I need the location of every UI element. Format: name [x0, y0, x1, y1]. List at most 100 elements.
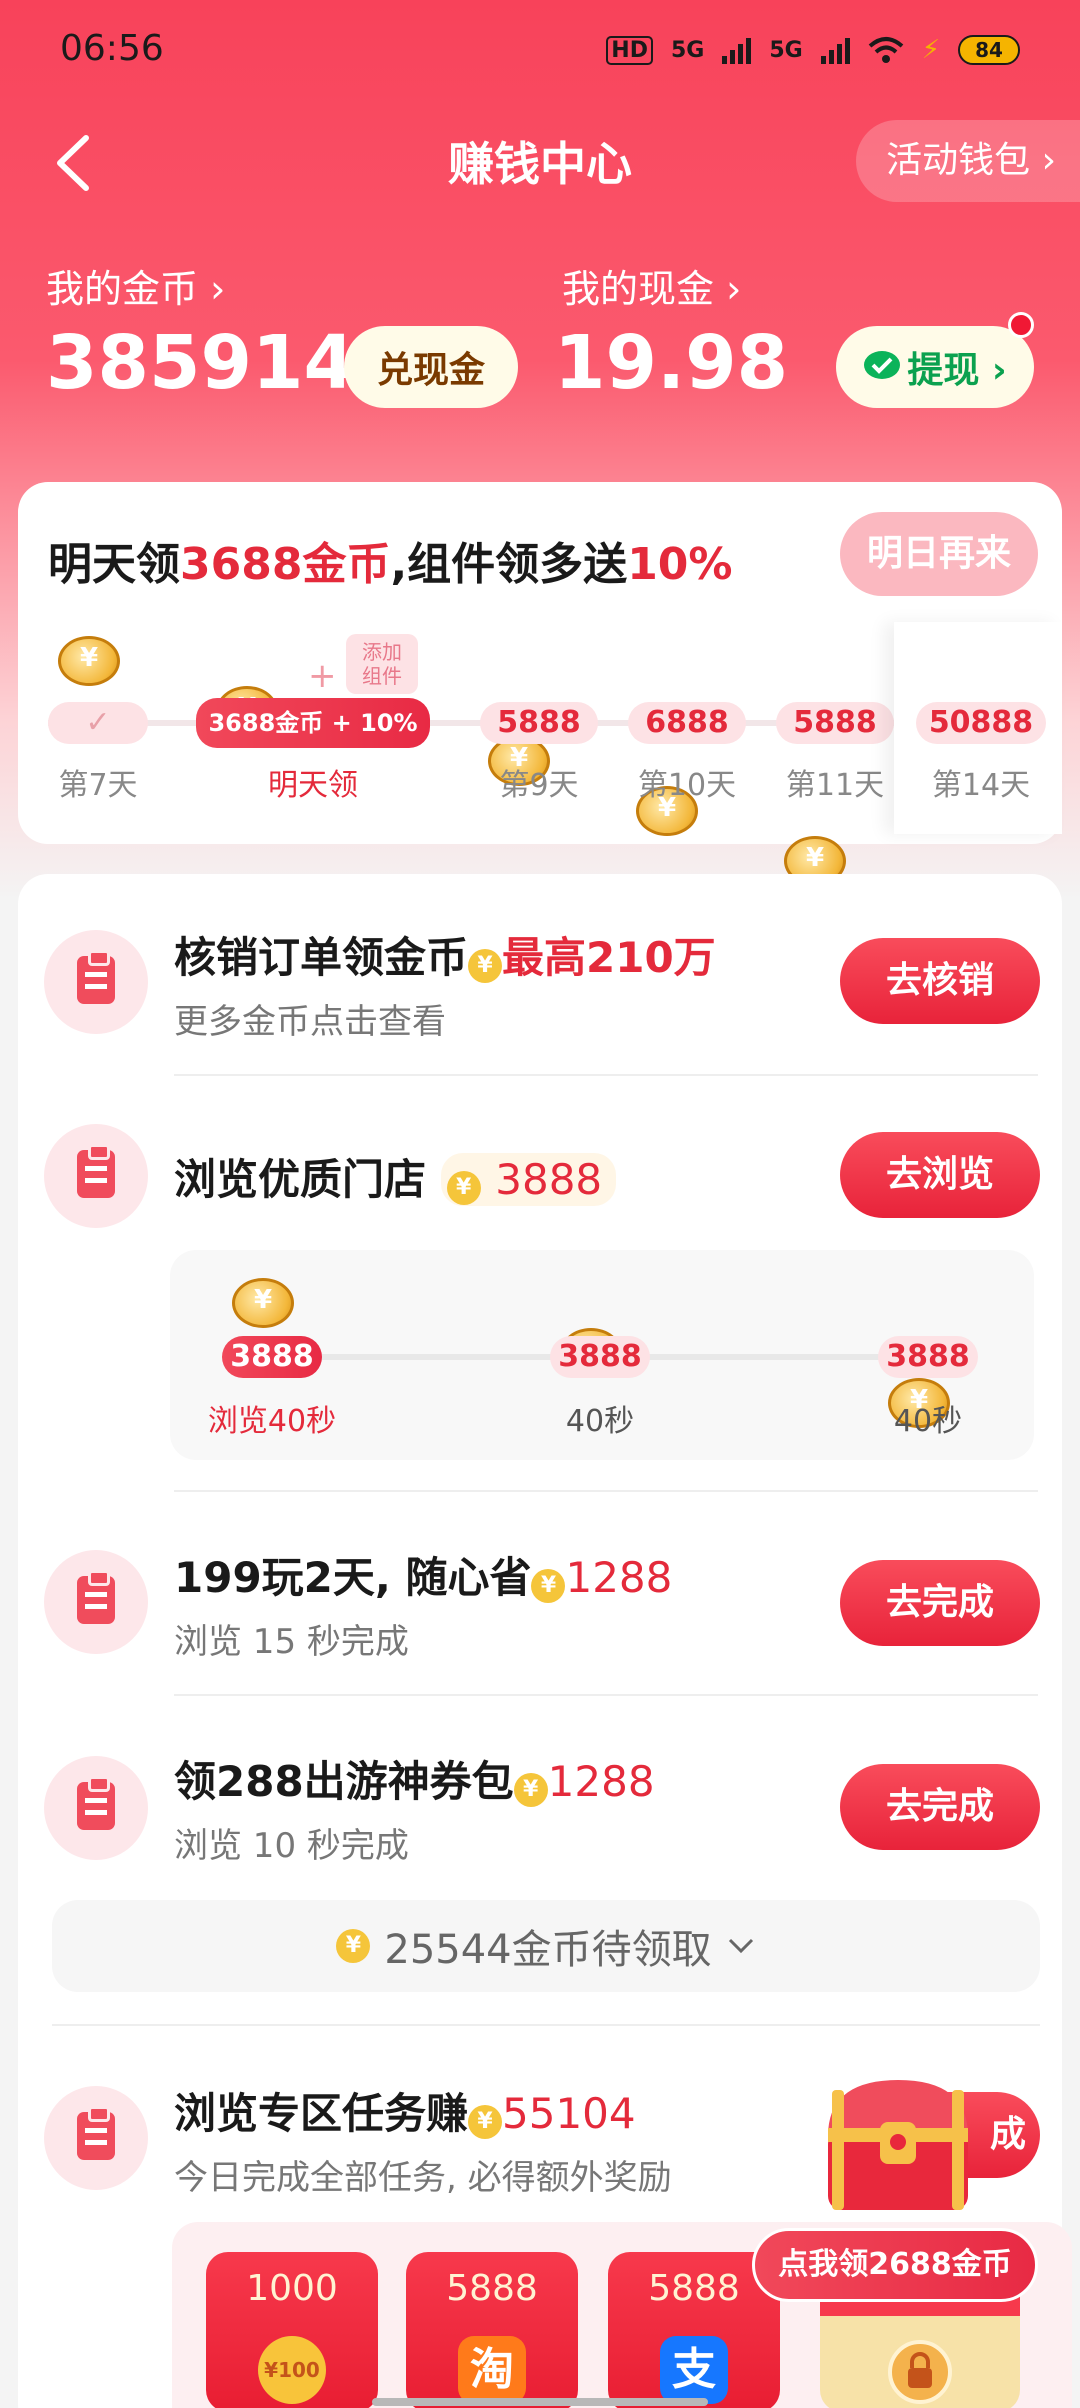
my-coins-link[interactable]: 我的金币 › — [46, 258, 225, 313]
complete-task-button[interactable]: 去完成 — [840, 1560, 1040, 1646]
progress-label: 40秒 — [893, 1404, 963, 1439]
hd-icon: HD — [606, 35, 653, 65]
charging-icon: ⚡ — [921, 35, 940, 65]
progress-amount-badge: 3888 — [222, 1336, 322, 1378]
divider — [174, 1490, 1038, 1492]
task-title: 领288出游神券包 ¥1288 — [174, 1748, 655, 1809]
plus-sign: + — [308, 656, 337, 696]
day-label-tomorrow: 明天领 — [268, 768, 358, 803]
task-subtitle: 浏览 10 秒完成 — [174, 1826, 409, 1866]
task-title-text: 199玩2天, 随心省 — [174, 1553, 532, 1602]
coin-icon: ¥ — [468, 2105, 503, 2139]
task-clipboard-icon — [44, 1756, 148, 1860]
day-amount-badge: 5888 — [776, 702, 894, 744]
progress-label: 浏览40秒 — [207, 1404, 337, 1439]
task-reward: 3888 — [495, 1155, 603, 1204]
day-label: 第7天 — [58, 768, 138, 803]
red-packet-card[interactable]: 5888 淘 — [406, 2252, 578, 2408]
taobao-icon: 淘 — [458, 2336, 526, 2404]
coin-icon: ¥ — [531, 1569, 566, 1603]
day-checked-badge: ✓ — [48, 702, 148, 744]
task-title-text: 浏览专区任务赚 — [174, 2089, 469, 2138]
add-widget-tag[interactable]: 添加组件 — [346, 634, 418, 694]
coin-icon: ¥ — [446, 1171, 481, 1205]
wechat-pay-icon — [864, 351, 901, 379]
signin-headline-coins: 3688金币 — [180, 539, 391, 590]
coin-icon — [58, 636, 120, 686]
activity-wallet-button[interactable]: 活动钱包 › — [856, 120, 1080, 202]
come-back-tomorrow-button[interactable]: 明日再来 — [840, 512, 1038, 596]
coin-icon: ¥ — [336, 1929, 371, 1963]
coin-icon: ¥ — [468, 949, 503, 983]
treasure-chest-icon[interactable] — [818, 2070, 978, 2220]
home-indicator — [372, 2398, 708, 2406]
browse-store-button[interactable]: 去浏览 — [840, 1132, 1040, 1218]
task-clipboard-icon — [44, 2086, 148, 2190]
red-packet-amount: 5888 — [446, 2268, 538, 2309]
task-title: 浏览专区任务赚 ¥55104 — [174, 2080, 636, 2141]
my-cash-link[interactable]: 我的现金 › — [562, 258, 741, 313]
day-label: 第10天 — [637, 768, 737, 803]
red-packet-amount: 1000 — [246, 2268, 338, 2309]
divider — [52, 2024, 1040, 2026]
coin-icon: ¥ — [513, 1773, 548, 1807]
task-reward: 最高210万 — [502, 933, 716, 982]
chevron-down-icon — [728, 1938, 753, 1954]
task-reward: 55104 — [502, 2089, 636, 2138]
status-time: 06:56 — [60, 28, 164, 69]
coins-value: 385914 — [46, 320, 355, 406]
task-title-text: 浏览优质门店 — [174, 1155, 427, 1204]
tomorrow-amount-badge: 3688金币 + 10% — [196, 698, 430, 748]
pending-coins-expander[interactable]: ¥ 25544金币待领取 — [52, 1900, 1040, 1992]
task-subtitle: 浏览 15 秒完成 — [174, 1622, 409, 1662]
withdraw-label: 提现 › — [907, 350, 1007, 391]
task-title: 浏览优质门店 ¥ 3888 — [174, 1146, 617, 1207]
alipay-icon: 支 — [660, 2336, 728, 2404]
task-clipboard-icon — [44, 930, 148, 1034]
day-amount-badge: 50888 — [916, 702, 1046, 744]
network-label-2: 5G — [769, 37, 803, 63]
battery-icon: 84 — [958, 35, 1020, 65]
progress-amount-badge: 3888 — [878, 1336, 978, 1378]
wifi-icon — [868, 37, 904, 63]
complete-task-button[interactable]: 去完成 — [840, 1764, 1040, 1850]
task-title: 199玩2天, 随心省 ¥1288 — [174, 1544, 672, 1605]
signin-headline-mid: ,组件领多送 — [390, 539, 628, 590]
claim-coins-promo-button[interactable]: 点我领2688金币 — [752, 2228, 1038, 2302]
progress-amount-badge: 3888 — [550, 1336, 650, 1378]
lock-icon — [888, 2340, 952, 2404]
task-clipboard-icon — [44, 1124, 148, 1228]
signin-headline: 明天领3688金币,组件领多送10% — [48, 528, 733, 592]
day-label: 第9天 — [499, 768, 579, 803]
browse-progress-panel: 3888 浏览40秒 3888 40秒 3888 40秒 — [170, 1250, 1034, 1460]
task-reward: 1288 — [547, 1757, 655, 1806]
coin-icon — [232, 1278, 294, 1328]
progress-label: 40秒 — [565, 1404, 635, 1439]
day-label: 第14天 — [931, 768, 1031, 803]
divider — [174, 1074, 1038, 1076]
cash-value: 19.98 — [554, 320, 789, 406]
verify-order-button[interactable]: 去核销 — [840, 938, 1040, 1024]
exchange-cash-button[interactable]: 兑现金 — [344, 326, 518, 408]
signal-icon — [722, 36, 752, 64]
signal-icon-2 — [820, 36, 850, 64]
task-reward: 1288 — [565, 1553, 673, 1602]
withdraw-button[interactable]: 提现 › — [836, 326, 1034, 408]
task-subtitle: 更多金币点击查看 — [174, 1002, 446, 1042]
coupon-icon: ¥100 — [258, 2336, 326, 2404]
task-subtitle: 今日完成全部任务, 必得额外奖励 — [174, 2158, 672, 2198]
day-label: 第11天 — [785, 768, 885, 803]
red-packet-card[interactable]: 1000 ¥100 — [206, 2252, 378, 2408]
day-amount-badge: 5888 — [480, 702, 598, 744]
divider — [174, 1694, 1038, 1696]
task-title-text: 领288出游神券包 — [174, 1757, 514, 1806]
signin-card: 明天领3688金币,组件领多送10% 明日再来 ✓ 第7天 + 添加组件 368… — [18, 482, 1062, 936]
signin-headline-pre: 明天领 — [48, 539, 180, 590]
network-label-1: 5G — [670, 37, 705, 63]
task-title-text: 核销订单领金币 — [174, 933, 469, 982]
notification-dot — [1008, 312, 1034, 338]
signin-headline-pct: 10% — [627, 539, 733, 590]
task-title: 核销订单领金币 ¥ 最高210万 — [174, 924, 716, 985]
day-amount-badge: 6888 — [628, 702, 746, 744]
status-icons: HD 5G 5G ⚡ 84 — [606, 30, 1020, 70]
